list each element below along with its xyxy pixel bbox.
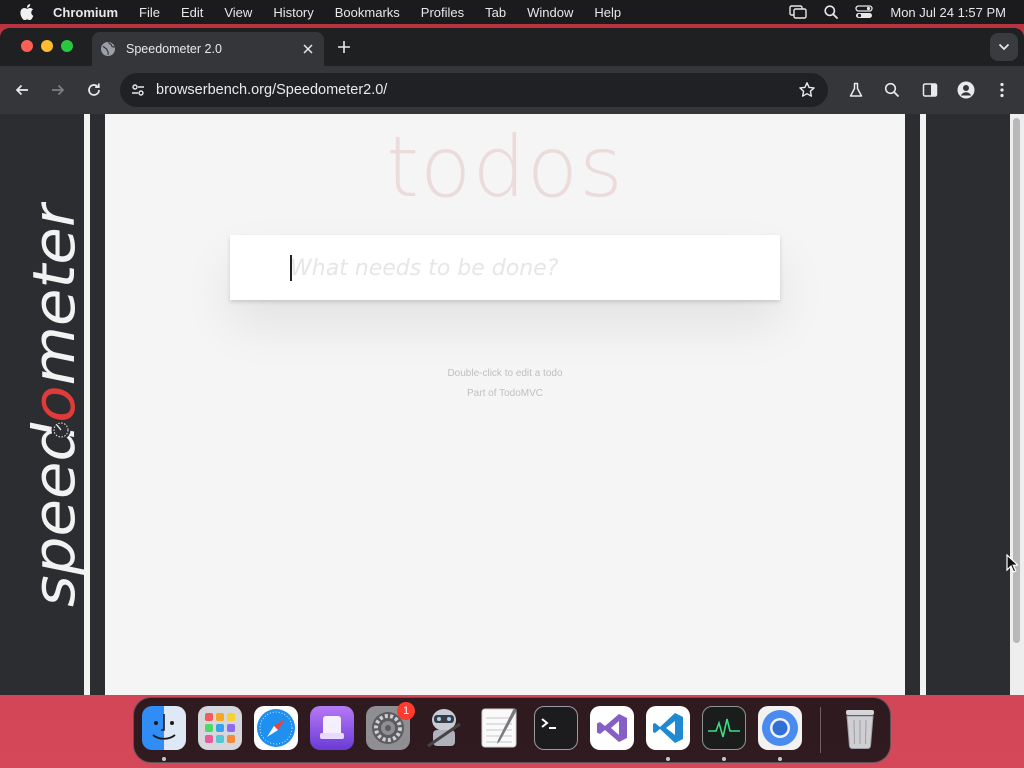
todos-heading: todos bbox=[386, 118, 624, 216]
automator-icon[interactable] bbox=[422, 706, 466, 750]
visual-studio-icon[interactable] bbox=[590, 706, 634, 750]
launchpad-icon[interactable] bbox=[198, 706, 242, 750]
search-icon[interactable] bbox=[882, 80, 902, 100]
menu-profiles[interactable]: Profiles bbox=[421, 5, 464, 20]
todomvc-link[interactable]: TodoMVC bbox=[499, 388, 543, 399]
todomvc-app: todos Double-click to edit a todo Part o… bbox=[105, 114, 905, 695]
mouse-cursor-icon bbox=[1006, 554, 1018, 573]
vscode-running-dot bbox=[666, 757, 670, 761]
side-panel-icon[interactable] bbox=[920, 80, 940, 100]
url-text[interactable]: browserbench.org/Speedometer2.0/ bbox=[156, 82, 387, 98]
globe-icon bbox=[100, 41, 116, 57]
screen-mirroring-icon[interactable] bbox=[789, 5, 808, 19]
activity-monitor-running-dot bbox=[722, 757, 726, 761]
more-menu-icon[interactable] bbox=[992, 80, 1012, 100]
menu-chromium[interactable]: Chromium bbox=[53, 5, 118, 20]
labs-flask-icon[interactable] bbox=[846, 80, 866, 100]
forward-button[interactable] bbox=[48, 80, 68, 100]
svg-text:speedometer: speedometer bbox=[20, 202, 84, 607]
tab-speedometer[interactable]: Speedometer 2.0 bbox=[92, 32, 324, 66]
profile-avatar-icon[interactable] bbox=[956, 80, 976, 100]
menu-bookmarks[interactable]: Bookmarks bbox=[335, 5, 400, 20]
page-scrollbar[interactable] bbox=[1010, 114, 1024, 695]
new-todo-container bbox=[230, 235, 780, 300]
terminal-icon[interactable] bbox=[534, 706, 578, 750]
finder-icon[interactable] bbox=[142, 706, 186, 750]
new-tab-button[interactable] bbox=[335, 38, 353, 56]
new-todo-input[interactable] bbox=[290, 249, 760, 287]
dock: 1 bbox=[133, 697, 891, 763]
safari-icon[interactable] bbox=[254, 706, 298, 750]
back-button[interactable] bbox=[12, 80, 32, 100]
menu-bar: Chromium File Edit View History Bookmark… bbox=[0, 0, 1024, 24]
tab-strip: Speedometer 2.0 bbox=[0, 28, 1024, 66]
menu-tab[interactable]: Tab bbox=[485, 5, 506, 20]
divider-line bbox=[84, 114, 90, 695]
settings-notification-badge: 1 bbox=[397, 702, 415, 720]
window-minimize-button[interactable] bbox=[41, 40, 53, 52]
apple-icon[interactable] bbox=[20, 4, 34, 20]
browser-window: Speedometer 2.0 browserbench.org/Speedom… bbox=[0, 28, 1024, 695]
vscode-icon[interactable] bbox=[646, 706, 690, 750]
page-viewport: speedometer speedometer todos Double-cli… bbox=[0, 114, 1024, 695]
site-info-icon[interactable] bbox=[130, 82, 146, 98]
speedometer-gauge-icon bbox=[51, 420, 71, 440]
simulator-icon[interactable] bbox=[310, 706, 354, 750]
activity-monitor-icon[interactable] bbox=[702, 706, 746, 750]
chromium-running-dot bbox=[778, 757, 782, 761]
window-close-button[interactable] bbox=[21, 40, 33, 52]
menu-history[interactable]: History bbox=[273, 5, 313, 20]
part-of-label: Part of bbox=[467, 388, 500, 399]
bookmark-star-icon[interactable] bbox=[798, 81, 816, 99]
spotlight-search-icon[interactable] bbox=[824, 5, 839, 19]
todo-info-footer: Double-click to edit a todo Part of Todo… bbox=[105, 364, 905, 404]
textedit-icon[interactable] bbox=[478, 706, 522, 750]
trash-icon[interactable] bbox=[838, 706, 882, 750]
window-zoom-button[interactable] bbox=[61, 40, 73, 52]
dock-separator bbox=[820, 707, 821, 753]
text-caret bbox=[290, 255, 292, 281]
browser-toolbar: browserbench.org/Speedometer2.0/ bbox=[0, 66, 1024, 114]
chromium-icon[interactable] bbox=[758, 706, 802, 750]
control-center-icon[interactable] bbox=[855, 5, 874, 19]
address-bar[interactable]: browserbench.org/Speedometer2.0/ bbox=[120, 73, 828, 107]
tab-close-icon[interactable] bbox=[300, 41, 316, 57]
system-settings-icon[interactable]: 1 bbox=[366, 702, 415, 750]
finder-running-dot bbox=[162, 757, 166, 761]
tab-title: Speedometer 2.0 bbox=[126, 42, 222, 56]
menu-file[interactable]: File bbox=[139, 5, 160, 20]
reload-button[interactable] bbox=[84, 80, 104, 100]
menu-help[interactable]: Help bbox=[594, 5, 621, 20]
menubar-clock[interactable]: Mon Jul 24 1:57 PM bbox=[890, 5, 1006, 20]
edit-hint: Double-click to edit a todo bbox=[447, 368, 563, 379]
menu-edit[interactable]: Edit bbox=[181, 5, 203, 20]
menu-view[interactable]: View bbox=[224, 5, 252, 20]
menu-window[interactable]: Window bbox=[527, 5, 573, 20]
tab-search-button[interactable] bbox=[990, 33, 1018, 61]
speedometer-logo: speedometer bbox=[20, 202, 84, 607]
right-margin bbox=[926, 114, 1010, 695]
